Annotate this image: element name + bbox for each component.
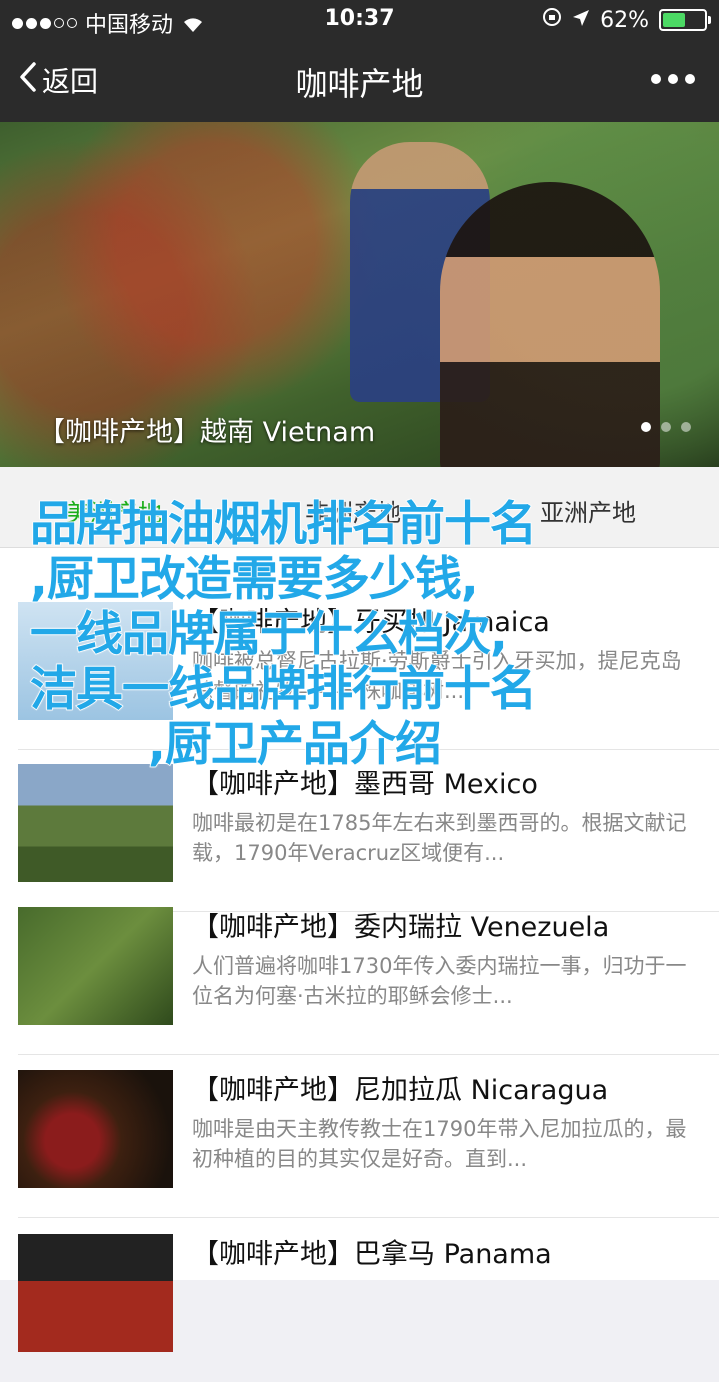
nicaragua-cherries-thumb — [18, 1070, 173, 1188]
page-title: 咖啡产地 — [295, 65, 424, 103]
more-menu-button[interactable] — [651, 74, 695, 84]
status-right: 62% — [542, 7, 711, 33]
status-bar: 中国移动 10:37 62% — [0, 0, 719, 40]
item-desc: 咖啡是由天主教传教士在1790年带入尼加拉瓜的，最初种植的目的其实仅是好奇。直到… — [192, 1117, 687, 1171]
orientation-lock-icon — [542, 7, 562, 33]
list-item[interactable]: 【咖啡产地】墨西哥 Mexico 咖啡最初是在1785年左右来到墨西哥的。根据文… — [0, 750, 719, 912]
panama-cherries-thumb — [18, 1234, 173, 1352]
overlay-text: 品牌抽油烟机排名前十名 ,厨卫改造需要多少钱, 一线品牌属于什么档次, 洁具一线… — [29, 496, 719, 773]
item-title: 【咖啡产地】委内瑞拉 Venezuela — [192, 912, 610, 943]
item-desc: 人们普遍将咖啡1730年传入委内瑞拉一事，归功于一位名为何塞·古米拉的耶稣会修士… — [192, 954, 687, 1008]
battery-percent: 62% — [600, 7, 649, 33]
carousel-dot — [681, 422, 691, 432]
item-title: 【咖啡产地】巴拿马 Panama — [192, 1239, 552, 1270]
battery-icon — [659, 9, 711, 31]
item-desc: 咖啡最初是在1785年左右来到墨西哥的。根据文献记载，1790年Veracruz… — [192, 811, 687, 865]
more-dot-icon — [685, 74, 695, 84]
more-dot-icon — [651, 74, 661, 84]
nav-bar: 返回 咖啡产地 — [0, 40, 719, 122]
mexico-landscape-thumb — [18, 764, 173, 882]
banner-carousel[interactable]: 【咖啡产地】越南 Vietnam — [0, 122, 719, 467]
banner-photo-figure — [440, 182, 660, 467]
overlay-line: 一线品牌属于什么档次, — [29, 606, 508, 663]
list-item[interactable]: 【咖啡产地】尼加拉瓜 Nicaragua 咖啡是由天主教传教士在1790年带入尼… — [0, 1056, 719, 1218]
list-item[interactable]: 【咖啡产地】委内瑞拉 Venezuela 人们普遍将咖啡1730年传入委内瑞拉一… — [0, 893, 719, 1055]
carousel-dot — [641, 422, 651, 432]
overlay-line: ,厨卫产品介绍 — [147, 716, 442, 773]
banner-caption: 【咖啡产地】越南 Vietnam — [38, 417, 376, 448]
divider — [18, 1217, 719, 1218]
item-title: 【咖啡产地】尼加拉瓜 Nicaragua — [192, 1075, 609, 1106]
more-dot-icon — [668, 74, 678, 84]
divider — [18, 1054, 719, 1055]
overlay-line: ,厨卫改造需要多少钱, — [29, 551, 479, 608]
venezuela-farmer-thumb — [18, 907, 173, 1025]
carousel-indicator — [641, 422, 691, 432]
overlay-line: 洁具一线品牌排行前十名 — [29, 661, 538, 718]
overlay-line: 品牌抽油烟机排名前十名 — [29, 496, 538, 553]
location-icon — [572, 8, 590, 33]
carousel-dot — [661, 422, 671, 432]
list-item[interactable]: 【咖啡产地】巴拿马 Panama — [0, 1220, 719, 1382]
